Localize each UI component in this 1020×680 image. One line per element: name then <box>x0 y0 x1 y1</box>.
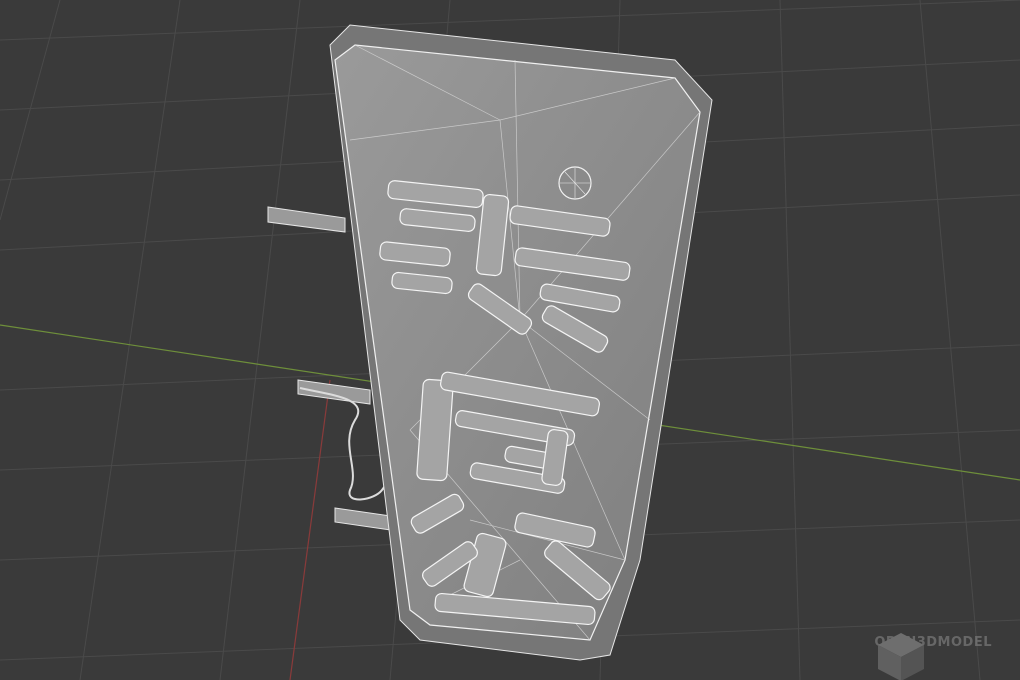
scene-canvas <box>0 0 1020 680</box>
sign-face <box>334 44 701 641</box>
3d-viewport[interactable]: OPEN3DMODEL <box>0 0 1020 680</box>
cube-icon <box>878 633 925 680</box>
y-axis-line <box>289 379 331 680</box>
watermark: OPEN3DMODEL <box>874 629 992 680</box>
